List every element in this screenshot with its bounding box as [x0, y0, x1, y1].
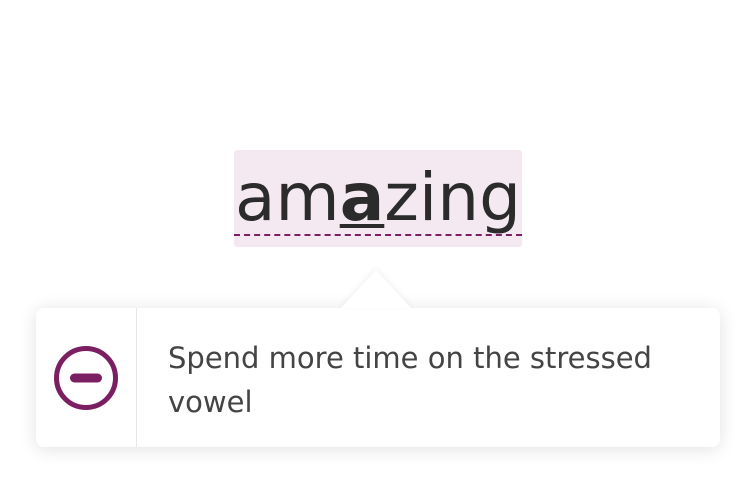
- word-dashed-underline: [234, 234, 522, 236]
- feedback-tooltip: Spend more time on the stressed vowel: [36, 308, 720, 447]
- word-text: amazing: [234, 158, 522, 238]
- highlighted-word[interactable]: amazing: [234, 150, 522, 247]
- feedback-message: Spend more time on the stressed vowel: [168, 341, 652, 419]
- word-suffix: zing: [384, 159, 521, 236]
- pronunciation-feedback-view: amazing Spend more time on the stressed …: [0, 0, 750, 488]
- word-prefix: am: [234, 159, 340, 236]
- tooltip-pointer: [341, 270, 411, 308]
- minus-circle-icon: [54, 345, 118, 410]
- feedback-icon-column: [36, 308, 137, 447]
- stressed-vowel: a: [339, 159, 385, 236]
